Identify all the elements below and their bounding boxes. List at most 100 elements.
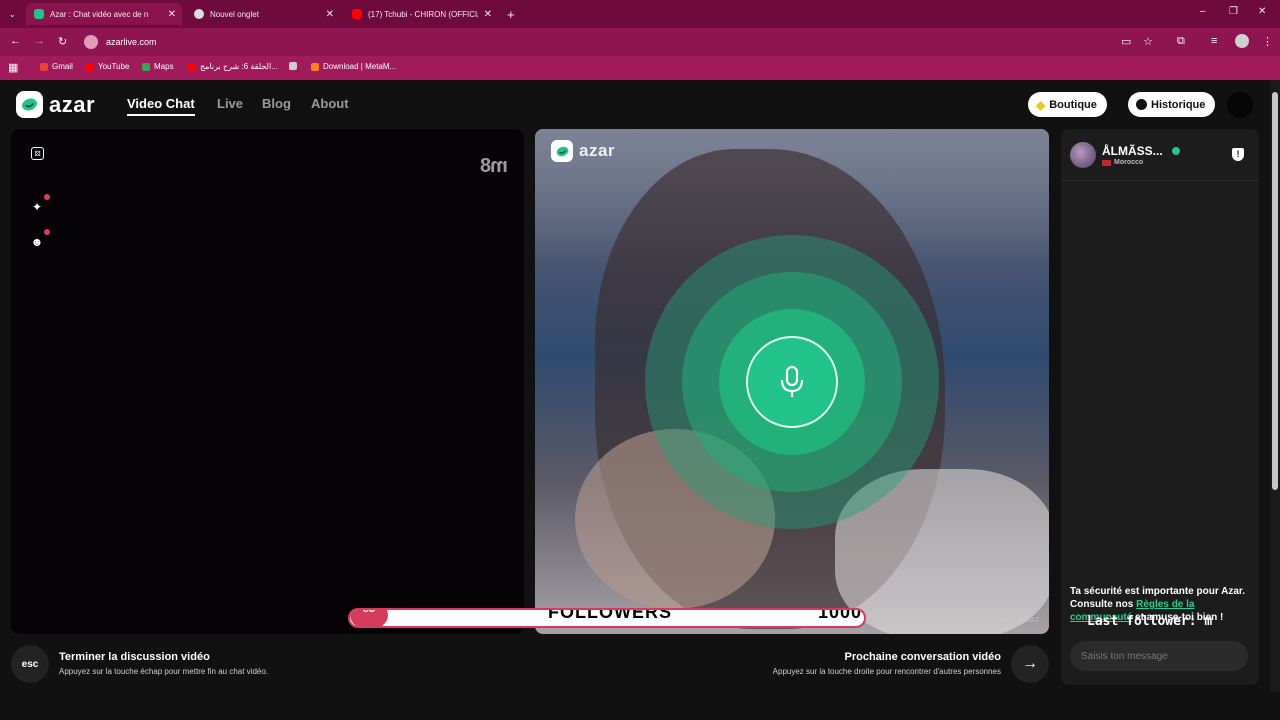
next-chat-title: Prochaine conversation vidéo [844, 651, 1002, 663]
bookmark-label: YouTube [98, 62, 130, 71]
microphone-icon [780, 365, 804, 397]
gem-icon: ◆ [1036, 97, 1046, 112]
bookmark-label: الحلقة 6: شرح برنامج... [200, 62, 278, 71]
restore-icon[interactable]: ❐ [1229, 6, 1238, 17]
gmail-icon [40, 62, 48, 71]
bookmark-label: Download | MetaM... [323, 62, 397, 71]
partner-name: ÅLMÃSS... [1102, 144, 1163, 158]
bookmark-youtube[interactable]: YouTube [86, 62, 129, 71]
youtube-icon [86, 62, 94, 71]
next-chat-hint: Appuyez sur la touche droite pour rencon… [772, 667, 1001, 676]
partner-country: Morocco [1114, 159, 1144, 166]
followers-label: FOLLOWERS [548, 608, 672, 622]
page-scrollbar[interactable] [1270, 80, 1280, 692]
nav-active-underline [127, 114, 195, 116]
tab-title: Nouvel onglet [210, 9, 259, 19]
tab-title: Azar : Chat vidéo avec de n [50, 9, 149, 19]
install-app-icon[interactable]: ▭ [1121, 35, 1131, 48]
bookmark-arabic-video[interactable]: الحلقة 6: شرح برنامج... [188, 62, 278, 71]
back-icon[interactable]: ← [10, 35, 21, 47]
bookmark-metamask[interactable]: Download | MetaM... [311, 62, 396, 71]
watermark-text: m8 [481, 155, 508, 177]
new-tab-button[interactable]: + [502, 3, 522, 25]
profile-avatar-icon[interactable] [1235, 34, 1249, 48]
logo-text: azar [49, 91, 96, 117]
chrome-favicon-icon [194, 9, 204, 19]
bookmark-folder[interactable] [289, 62, 297, 70]
partner-video-pane: azar @wRJ-1W5AZ [535, 129, 1049, 634]
azar-favicon-icon [34, 9, 44, 19]
apps-grid-icon[interactable]: ▦ [8, 61, 18, 74]
site-info-icon[interactable] [84, 35, 98, 49]
bookmark-label: Maps [154, 62, 174, 71]
browser-toolbar: ← → ↻ azarlive.com ▭ ☆ ⧉ ≡ ⋮ [0, 28, 1280, 56]
youtube-favicon-icon [352, 9, 362, 19]
morocco-flag-icon [1102, 160, 1111, 166]
tab-new-tab[interactable]: Nouvel onglet ✕ [186, 3, 340, 25]
tab-list-button[interactable]: ⌄ [4, 3, 22, 25]
notification-dot [44, 194, 50, 200]
close-tab-icon[interactable]: ✕ [326, 9, 334, 20]
folder-icon [289, 62, 297, 70]
close-window-icon[interactable]: ✕ [1258, 6, 1266, 17]
bookmark-star-icon[interactable]: ☆ [1143, 35, 1153, 48]
sticker-face-icon[interactable]: ☻ [28, 233, 46, 251]
boutique-label: Boutique [1049, 98, 1097, 111]
user-avatar[interactable] [1227, 92, 1253, 118]
media-control-icon[interactable]: ≡ [1211, 35, 1217, 47]
end-chat-hint: Appuyez sur la touche échap pour mettre … [59, 667, 269, 676]
boutique-button[interactable]: ◆ Boutique [1028, 92, 1107, 117]
historique-label: Historique [1151, 98, 1206, 111]
bookmark-label: Gmail [52, 62, 73, 71]
sparkle-effects-icon[interactable]: ✦ [28, 198, 46, 216]
chat-message-input[interactable] [1070, 641, 1248, 671]
video-azar-logo: azar [551, 140, 615, 162]
browser-tab-strip: ⌄ Azar : Chat vidéo avec de n ✕ Nouvel o… [0, 0, 1280, 28]
reload-icon[interactable]: ↻ [58, 35, 67, 48]
minimize-icon[interactable]: – [1200, 6, 1206, 17]
tab-title: (17) Tchubi - CHIRON (OFFICIA [368, 9, 478, 19]
bookmark-gmail[interactable]: Gmail [40, 62, 73, 71]
dice-icon[interactable]: ⚄ [31, 147, 44, 160]
azar-logo[interactable]: azar [16, 91, 95, 118]
esc-button[interactable]: esc [11, 645, 49, 683]
bookmarks-bar: ▦ Gmail YouTube Maps الحلقة 6: شرح برنام… [0, 56, 1280, 80]
chat-panel: ÅLMÃSS... Morocco ! Ta sécurité est impo… [1061, 129, 1259, 685]
historique-button[interactable]: Historique [1128, 92, 1216, 117]
close-tab-icon[interactable]: ✕ [484, 9, 492, 20]
metamask-icon [311, 62, 319, 71]
azar-logo-icon [16, 91, 43, 118]
azar-logo-icon [551, 140, 573, 162]
bottom-controls: esc Terminer la discussion vidéo Appuyez… [11, 643, 1049, 687]
next-chat-button[interactable]: → [1011, 645, 1049, 683]
tab-youtube[interactable]: (17) Tchubi - CHIRON (OFFICIA ✕ [344, 3, 498, 25]
follower-count-badge: 85 [350, 610, 388, 626]
self-video-pane: ⚄ ✦ ☻ m8 [11, 129, 524, 634]
report-shield-icon[interactable]: ! [1232, 148, 1244, 161]
address-text: azarlive.com [106, 37, 157, 47]
address-bar[interactable]: azarlive.com [80, 32, 1110, 52]
tab-azar[interactable]: Azar : Chat vidéo avec de n ✕ [26, 3, 182, 25]
nav-live[interactable]: Live [217, 96, 243, 111]
extensions-icon[interactable]: ⧉ [1177, 35, 1185, 48]
end-chat-title: Terminer la discussion vidéo [59, 651, 210, 663]
bookmark-maps[interactable]: Maps [142, 62, 174, 71]
browser-menu-icon[interactable]: ⋮ [1262, 35, 1273, 48]
forward-icon[interactable]: → [34, 35, 45, 47]
close-tab-icon[interactable]: ✕ [168, 9, 176, 20]
microphone-button[interactable] [746, 336, 838, 428]
logo-text: azar [579, 141, 616, 160]
nav-about[interactable]: About [311, 96, 349, 111]
notification-dot [44, 229, 50, 235]
scrollbar-thumb[interactable] [1272, 92, 1278, 490]
followers-goal: 1000 [818, 608, 863, 622]
youtube-icon [188, 62, 196, 71]
nav-video-chat[interactable]: Video Chat [127, 96, 195, 111]
verified-icon [1172, 147, 1180, 155]
last-follower-text: Last follower: m [1087, 614, 1213, 629]
arrow-right-icon: → [1022, 655, 1038, 672]
nav-blog[interactable]: Blog [262, 96, 291, 111]
video-id-watermark: @wRJ-1W5AZ [996, 616, 1039, 624]
maps-icon [142, 62, 150, 71]
partner-avatar[interactable] [1070, 142, 1096, 168]
